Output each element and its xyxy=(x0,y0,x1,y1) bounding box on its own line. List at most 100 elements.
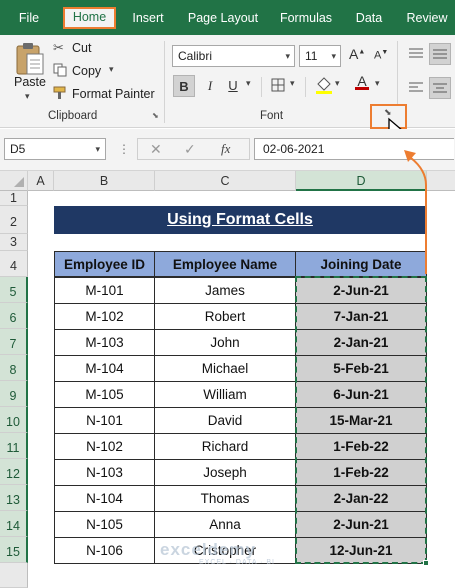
cell-joining-date[interactable]: 5-Feb-21 xyxy=(295,355,427,382)
row-header[interactable]: 1 xyxy=(0,191,28,206)
cell-employee-id[interactable]: N-102 xyxy=(54,433,155,460)
cell-employee-id[interactable]: N-105 xyxy=(54,511,155,538)
copy-button[interactable]: Copy xyxy=(72,64,101,78)
cell-employee-name[interactable]: Thomas xyxy=(154,485,296,512)
cell-employee-name[interactable]: Robert xyxy=(154,303,296,330)
cell-employee-name[interactable]: Richard xyxy=(154,433,296,460)
cell-employee-name[interactable]: John xyxy=(154,329,296,356)
select-all-corner[interactable] xyxy=(0,171,28,191)
underline-button[interactable]: U xyxy=(222,75,244,97)
cell-employee-id[interactable]: M-101 xyxy=(54,277,155,304)
row-header[interactable]: 7 xyxy=(0,329,28,355)
tab-page-layout[interactable]: Page Layout xyxy=(184,7,262,29)
cell-employee-id[interactable]: N-106 xyxy=(54,537,155,564)
sheet-title[interactable]: Using Format Cells xyxy=(54,206,426,234)
align-middle-icon[interactable] xyxy=(429,43,451,65)
tab-insert[interactable]: Insert xyxy=(125,7,171,29)
row-header[interactable]: 10 xyxy=(0,407,28,433)
formula-buttons: ✕ ✓ fx xyxy=(137,138,250,160)
name-box[interactable]: D5 ▾ xyxy=(4,138,106,160)
row-header[interactable]: 3 xyxy=(0,234,28,251)
clipboard-paste-icon xyxy=(16,43,44,75)
cell-joining-date[interactable]: 7-Jan-21 xyxy=(295,303,427,330)
align-left-icon[interactable] xyxy=(408,81,424,98)
fill-color-button[interactable] xyxy=(315,75,333,98)
cell-joining-date[interactable]: 1-Feb-22 xyxy=(295,459,427,486)
cell-employee-name[interactable]: James xyxy=(154,277,296,304)
cell-joining-date[interactable]: 1-Feb-22 xyxy=(295,433,427,460)
header-employee-name[interactable]: Employee Name xyxy=(154,251,296,277)
row-header[interactable]: 4 xyxy=(0,251,28,277)
cell-employee-id[interactable]: M-103 xyxy=(54,329,155,356)
row-header[interactable]: 5 xyxy=(0,277,28,303)
fill-color-dropdown-icon[interactable]: ▾ xyxy=(335,78,340,89)
font-color-dropdown-icon[interactable]: ▾ xyxy=(375,78,380,89)
row-header[interactable]: 2 xyxy=(0,206,28,234)
underline-dropdown-icon[interactable]: ▾ xyxy=(246,78,251,89)
row-header[interactable]: 15 xyxy=(0,537,28,563)
column-header-a[interactable]: A xyxy=(28,171,54,191)
cell-employee-name[interactable]: Michael xyxy=(154,355,296,382)
enter-check-icon[interactable]: ✓ xyxy=(184,139,196,159)
cell-joining-date[interactable]: 2-Jun-21 xyxy=(295,277,427,304)
paste-label[interactable]: Paste xyxy=(14,75,46,89)
row-header[interactable]: 8 xyxy=(0,355,28,381)
copy-dropdown-icon[interactable]: ▾ xyxy=(109,64,114,75)
row-header[interactable]: 14 xyxy=(0,511,28,537)
header-employee-id[interactable]: Employee ID xyxy=(54,251,155,277)
cancel-icon[interactable]: ✕ xyxy=(150,139,162,159)
cell-employee-name[interactable]: Anna xyxy=(154,511,296,538)
cell-joining-date[interactable]: 2-Jan-22 xyxy=(295,485,427,512)
tab-data[interactable]: Data xyxy=(350,7,388,29)
cell-employee-id[interactable]: M-102 xyxy=(54,303,155,330)
cell-employee-name[interactable]: Joseph xyxy=(154,459,296,486)
font-size-box[interactable]: 11 ▾ xyxy=(299,45,341,67)
cell-employee-name[interactable]: David xyxy=(154,407,296,434)
cut-button[interactable]: Cut xyxy=(72,41,91,55)
borders-button[interactable] xyxy=(271,78,285,95)
italic-button[interactable]: I xyxy=(199,75,221,97)
exceldemy-tagline: EXCEL · DATA · BI xyxy=(199,559,275,566)
cell-employee-id[interactable]: N-104 xyxy=(54,485,155,512)
cell-joining-date[interactable]: 6-Jun-21 xyxy=(295,381,427,408)
bold-button[interactable]: B xyxy=(173,75,195,97)
row-header[interactable]: 6 xyxy=(0,303,28,329)
tab-review[interactable]: Review xyxy=(402,7,452,29)
cell-joining-date[interactable]: 12-Jun-21 xyxy=(295,537,427,564)
cell-employee-id[interactable]: M-104 xyxy=(54,355,155,382)
row-header[interactable]: 13 xyxy=(0,485,28,511)
row-header[interactable]: 12 xyxy=(0,459,28,485)
clipboard-dialog-launcher-icon[interactable]: ⬊ xyxy=(152,111,159,120)
paste-dropdown-icon[interactable]: ▾ xyxy=(25,91,30,102)
cell-employee-id[interactable]: N-103 xyxy=(54,459,155,486)
tab-home[interactable]: Home xyxy=(63,7,116,29)
align-top-icon[interactable] xyxy=(408,47,424,64)
scissors-icon: ✂ xyxy=(53,40,64,55)
tab-file[interactable]: File xyxy=(8,7,50,29)
format-painter-button[interactable]: Format Painter xyxy=(72,87,155,101)
row-header[interactable]: 11 xyxy=(0,433,28,459)
grow-font-button[interactable]: A▲ xyxy=(349,46,365,62)
shrink-font-button[interactable]: A▼ xyxy=(374,49,388,62)
fill-handle[interactable] xyxy=(423,560,429,566)
cell-joining-date[interactable]: 2-Jun-21 xyxy=(295,511,427,538)
annotation-arrow-icon xyxy=(404,150,427,274)
paste-button[interactable] xyxy=(14,41,46,77)
font-name-box[interactable]: Calibri ▾ xyxy=(172,45,295,67)
column-header-c[interactable]: C xyxy=(155,171,296,191)
cell-joining-date[interactable]: 15-Mar-21 xyxy=(295,407,427,434)
cell-employee-name[interactable]: William xyxy=(154,381,296,408)
font-color-button[interactable]: A xyxy=(355,73,369,90)
cell-employee-id[interactable]: N-101 xyxy=(54,407,155,434)
cell-joining-date[interactable]: 2-Jan-21 xyxy=(295,329,427,356)
font-size-value: 11 xyxy=(305,49,318,63)
row-header[interactable] xyxy=(0,563,28,588)
more-options-icon[interactable]: ⋮ xyxy=(118,142,130,156)
row-header[interactable]: 9 xyxy=(0,381,28,407)
cell-employee-id[interactable]: M-105 xyxy=(54,381,155,408)
tab-formulas[interactable]: Formulas xyxy=(274,7,338,29)
borders-dropdown-icon[interactable]: ▾ xyxy=(290,78,295,89)
column-header-b[interactable]: B xyxy=(54,171,155,191)
insert-function-button[interactable]: fx xyxy=(221,139,230,159)
align-center-icon[interactable] xyxy=(429,77,451,99)
